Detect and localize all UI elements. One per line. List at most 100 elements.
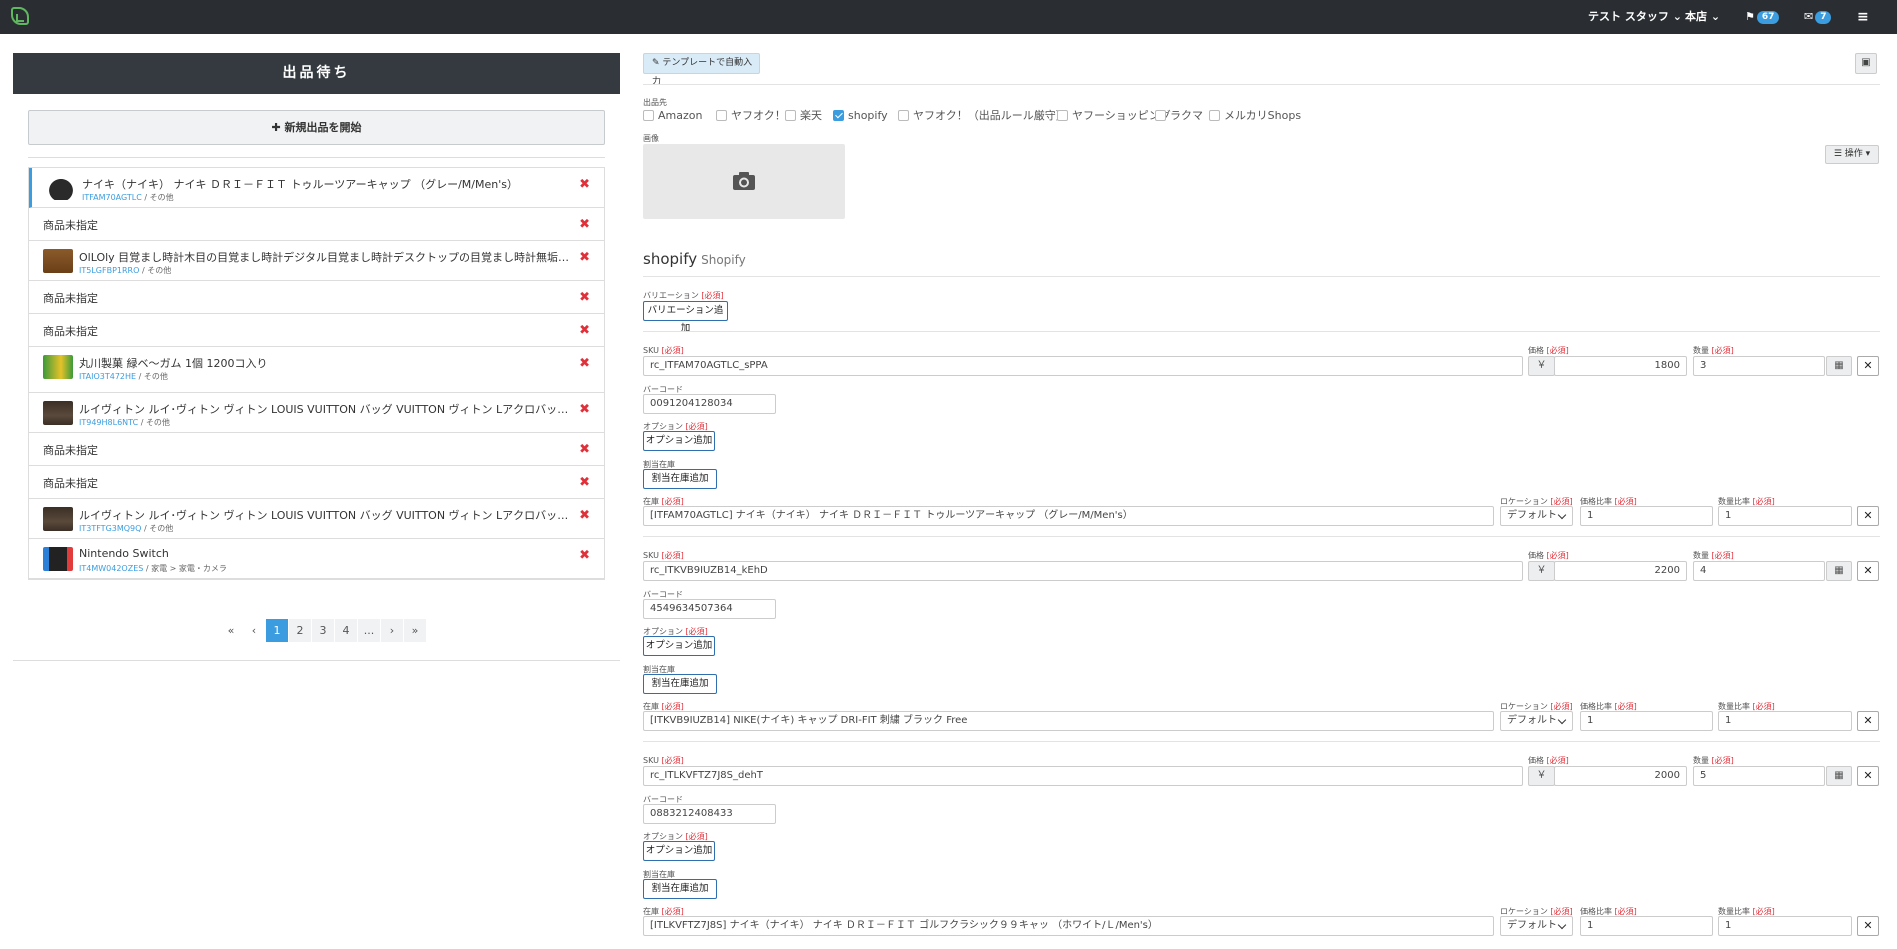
remove-item-icon[interactable]: ✖ (579, 177, 590, 192)
product-sku-link[interactable]: ITFAM70AGTLC (82, 193, 142, 202)
store-menu[interactable]: 本店 ⌄ (1685, 0, 1720, 34)
remove-variant-button[interactable]: ✕ (1857, 766, 1879, 786)
remove-item-icon[interactable]: ✖ (579, 290, 590, 305)
image-upload-area[interactable] (643, 144, 845, 219)
page-link[interactable]: 1 (266, 619, 288, 642)
list-item[interactable]: ルイヴィトン ルイ･ヴィトン ヴィトン LOUIS VUITTON バッグ VU… (29, 499, 604, 539)
checkbox-icon[interactable] (716, 110, 727, 121)
checkbox-icon[interactable] (643, 110, 654, 121)
new-listing-button[interactable]: ✚ 新規出品を開始 (28, 110, 605, 145)
channel-checkbox[interactable]: ヤフオク！（出品ルール厳守） (898, 109, 1067, 123)
list-item[interactable]: ルイヴィトン ルイ･ヴィトン ヴィトン LOUIS VUITTON バッグ VU… (29, 393, 604, 433)
checkbox-icon[interactable] (898, 110, 909, 121)
calculator-icon[interactable]: ▦ (1826, 561, 1852, 581)
barcode-input[interactable]: 4549634507364 (643, 599, 776, 619)
calculator-icon[interactable]: ▦ (1826, 356, 1852, 376)
remove-variant-button[interactable]: ✕ (1857, 356, 1879, 376)
remove-item-icon[interactable]: ✖ (579, 508, 590, 523)
quantity-ratio-input[interactable]: 1 (1718, 711, 1852, 731)
price-ratio-input[interactable]: 1 (1580, 916, 1713, 936)
quantity-ratio-input[interactable]: 1 (1718, 916, 1852, 936)
page-link[interactable]: 3 (312, 619, 334, 642)
list-item[interactable]: 商品未指定 ✖ (29, 208, 604, 241)
leaf-logo-icon[interactable] (11, 7, 29, 25)
list-item[interactable]: Nintendo Switch IT4MW042OZES / 家電 > 家電・カ… (29, 539, 604, 579)
save-button[interactable]: ▣ (1855, 53, 1877, 74)
product-sku-link[interactable]: IT3TFTG3MQ9Q (79, 524, 141, 533)
channel-checkbox[interactable]: メルカリShops (1209, 109, 1301, 123)
product-sku-link[interactable]: IT949H8L6NTC (79, 418, 138, 427)
remove-item-icon[interactable]: ✖ (579, 217, 590, 232)
quantity-ratio-input[interactable]: 1 (1718, 506, 1852, 526)
list-item[interactable]: 丸川製菓 緑ベ～ガム 1個 1200コ入り ITAIO3T472HE / その他… (29, 347, 604, 393)
stock-select-input[interactable]: [ITKVB9IUZB14] NIKE(ナイキ) キャップ DRI-FIT 刺繍… (643, 711, 1494, 731)
add-allocated-stock-button[interactable]: 割当在庫追加 (643, 879, 717, 899)
remove-item-icon[interactable]: ✖ (579, 548, 590, 563)
remove-item-icon[interactable]: ✖ (579, 402, 590, 417)
page-link[interactable]: « (220, 619, 242, 642)
add-variation-button[interactable]: バリエーション追加 (643, 301, 728, 334)
user-menu[interactable]: テスト スタッフ ⌄ (1588, 0, 1682, 34)
checkbox-icon[interactable] (833, 110, 844, 121)
template-autofill-button[interactable]: ✎ テンプレートで自動入力 (643, 53, 760, 87)
remove-stock-button[interactable]: ✕ (1857, 711, 1879, 731)
add-option-button[interactable]: オプション追加 (643, 431, 715, 451)
remove-variant-button[interactable]: ✕ (1857, 561, 1879, 581)
remove-item-icon[interactable]: ✖ (579, 323, 590, 338)
page-link[interactable]: 2 (289, 619, 311, 642)
chat-notifications[interactable]: ✉ 7 (1804, 0, 1832, 34)
sku-input[interactable]: rc_ITFAM70AGTLC_sPPA (643, 356, 1523, 376)
price-ratio-input[interactable]: 1 (1580, 506, 1713, 526)
list-item[interactable]: OlLOly 目覚まし時計木目の目覚まし時計デジタル目覚まし時計デスクトップの目… (29, 241, 604, 281)
channel-checkbox[interactable]: 楽天 (785, 109, 822, 123)
barcode-input[interactable]: 0883212408433 (643, 804, 776, 824)
remove-item-icon[interactable]: ✖ (579, 475, 590, 490)
checkbox-icon[interactable] (1155, 110, 1166, 121)
add-allocated-stock-button[interactable]: 割当在庫追加 (643, 674, 717, 694)
location-select[interactable]: デフォルト (1500, 711, 1573, 731)
remove-item-icon[interactable]: ✖ (579, 250, 590, 265)
remove-stock-button[interactable]: ✕ (1857, 916, 1879, 936)
price-input[interactable]: 2200 (1554, 561, 1687, 581)
channel-checkbox[interactable]: ヤフオク！ (716, 109, 786, 123)
channel-checkbox[interactable]: shopify (833, 109, 888, 123)
product-sku-link[interactable]: ITAIO3T472HE (79, 372, 136, 381)
checkbox-icon[interactable] (785, 110, 796, 121)
calculator-icon[interactable]: ▦ (1826, 766, 1852, 786)
price-input[interactable]: 1800 (1554, 356, 1687, 376)
quantity-input[interactable]: 3 (1693, 356, 1825, 376)
operations-dropdown-button[interactable]: ☰ 操作 ▾ (1825, 145, 1879, 164)
checkbox-icon[interactable] (1057, 110, 1068, 121)
page-link[interactable]: » (404, 619, 426, 642)
stock-select-input[interactable]: [ITLKVFTZ7J8S] ナイキ（ナイキ） ナイキ ＤＲＩ－ＦＩＴ ゴルフク… (643, 916, 1494, 936)
list-item[interactable]: 商品未指定 ✖ (29, 466, 604, 499)
remove-item-icon[interactable]: ✖ (579, 442, 590, 457)
list-item[interactable]: 商品未指定 ✖ (29, 314, 604, 347)
location-select[interactable]: デフォルト (1500, 916, 1573, 936)
quantity-input[interactable]: 4 (1693, 561, 1825, 581)
quantity-input[interactable]: 5 (1693, 766, 1825, 786)
sku-input[interactable]: rc_ITKVB9IUZB14_kEhD (643, 561, 1523, 581)
barcode-input[interactable]: 0091204128034 (643, 394, 776, 414)
page-link[interactable]: ‹ (243, 619, 265, 642)
page-link[interactable]: 4 (335, 619, 357, 642)
checkbox-icon[interactable] (1209, 110, 1220, 121)
hamburger-menu-icon[interactable]: ≡ (1857, 0, 1869, 34)
list-item[interactable]: 商品未指定 ✖ (29, 433, 604, 466)
add-option-button[interactable]: オプション追加 (643, 636, 715, 656)
list-item[interactable]: 商品未指定 ✖ (29, 281, 604, 314)
channel-checkbox[interactable]: ラクマ (1155, 109, 1203, 123)
price-ratio-input[interactable]: 1 (1580, 711, 1713, 731)
location-select[interactable]: デフォルト (1500, 506, 1573, 526)
price-input[interactable]: 2000 (1554, 766, 1687, 786)
channel-checkbox[interactable]: ヤフーショッピング (1057, 109, 1171, 123)
remove-item-icon[interactable]: ✖ (579, 356, 590, 371)
stock-select-input[interactable]: [ITFAM70AGTLC] ナイキ（ナイキ） ナイキ ＤＲＩ－ＦＩＴ トゥルー… (643, 506, 1494, 526)
remove-stock-button[interactable]: ✕ (1857, 506, 1879, 526)
flag-notifications[interactable]: ⚑ 67 (1745, 0, 1780, 34)
product-sku-link[interactable]: IT5LGFBP1RRO (79, 266, 139, 275)
list-item[interactable]: ナイキ（ナイキ） ナイキ ＤＲＩ－ＦＩＴ トゥルーツアーキャップ （グレー/M/… (29, 168, 604, 208)
channel-checkbox[interactable]: Amazon (643, 109, 702, 123)
add-allocated-stock-button[interactable]: 割当在庫追加 (643, 469, 717, 489)
product-sku-link[interactable]: IT4MW042OZES (79, 564, 143, 573)
